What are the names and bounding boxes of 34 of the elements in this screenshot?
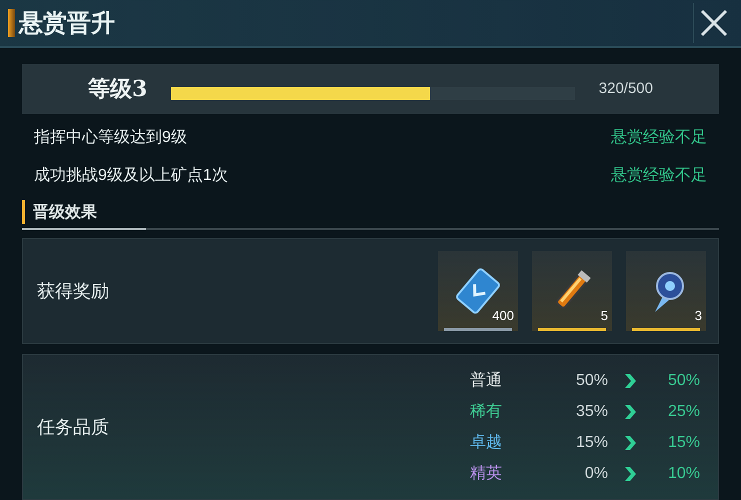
title-accent-icon: [8, 9, 15, 37]
section-accent-icon: [22, 200, 25, 224]
quality-label: 任务品质: [37, 416, 110, 438]
window-title: 悬赏晋升: [19, 7, 115, 39]
level-reading: 320/500: [598, 78, 653, 99]
requirement-status: 悬赏经验不足: [611, 128, 707, 148]
requirement-status: 悬赏经验不足: [611, 166, 707, 186]
chevron-right-icon: [624, 466, 636, 480]
quality-from: 15%: [574, 432, 608, 452]
chevron-right-icon: [624, 374, 636, 388]
quality-from: 0%: [584, 464, 608, 484]
level-label: 等级3: [88, 74, 148, 104]
item-count: 3: [694, 306, 702, 324]
quality-name: 稀有: [470, 402, 503, 422]
requirement-text: 成功挑战9级及以上矿点1次: [34, 166, 228, 186]
quality-to: 50%: [666, 370, 700, 390]
quality-name: 精英: [470, 464, 503, 484]
item-count: 5: [600, 306, 608, 324]
chevron-right-icon: [624, 436, 636, 450]
chevron-right-icon: [624, 404, 636, 418]
quality-from: 50%: [574, 370, 608, 390]
reward-item[interactable]: 400: [438, 251, 518, 331]
quality-name: 普通: [470, 370, 503, 390]
rewards-label: 获得奖励: [37, 280, 110, 302]
section-title: 晋级效果: [33, 201, 97, 223]
reward-item[interactable]: 3: [626, 251, 706, 331]
quality-to: 10%: [666, 464, 700, 484]
quality-to: 15%: [666, 432, 700, 452]
quality-to: 25%: [666, 402, 700, 422]
quality-name: 卓越: [470, 432, 503, 452]
quality-from: 35%: [574, 402, 608, 422]
item-count: 400: [492, 306, 514, 324]
requirement-text: 指挥中心等级达到9级: [34, 128, 187, 148]
reward-item[interactable]: 5: [532, 251, 612, 331]
